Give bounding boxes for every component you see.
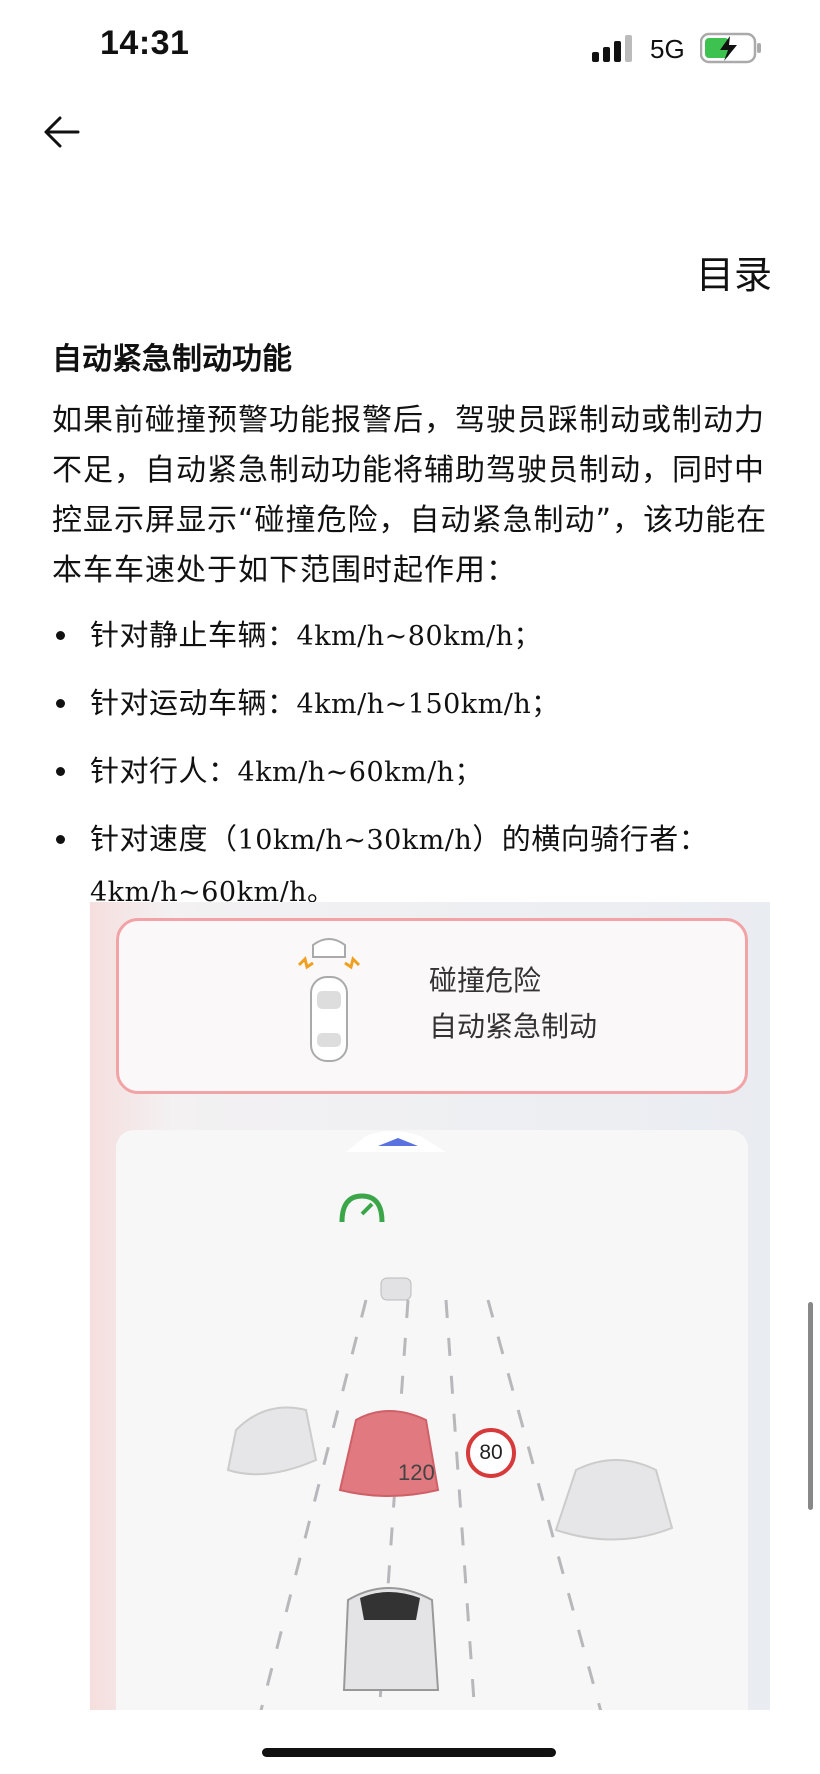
driving-hud: 120 80 5m	[116, 1130, 748, 1710]
aeb-illustration: 碰撞危险 自动紧急制动 120 80 5m	[90, 902, 770, 1710]
article-content: 自动紧急制动功能 如果前碰撞预警功能报警后，驾驶员踩制动或制动力不足，自动紧急制…	[52, 338, 772, 934]
section-title: 自动紧急制动功能	[52, 342, 292, 377]
home-indicator[interactable]	[262, 1748, 556, 1757]
cellular-signal-icon	[592, 35, 632, 62]
back-arrow-icon[interactable]	[38, 108, 86, 156]
network-type: 5G	[650, 34, 685, 64]
bullet-label: 针对运动车辆：	[90, 686, 297, 720]
bullet-value-mid: 10km/h~30km/h	[237, 825, 473, 856]
collision-alert-card: 碰撞危险 自动紧急制动	[116, 918, 748, 1094]
list-item: 针对行人：4km/h~60km/h；	[52, 746, 772, 798]
speed-range-list: 针对静止车辆：4km/h~80km/h； 针对运动车辆：4km/h~150km/…	[52, 610, 772, 918]
road-scene	[226, 1131, 674, 1710]
bullet-label: 针对行人：	[90, 754, 238, 788]
alert-text-line1: 碰撞危险	[429, 964, 542, 997]
bullet-value: 4km/h~60km/h；	[237, 757, 483, 788]
bullet-label: 针对静止车辆：	[90, 618, 297, 652]
scrollbar[interactable]	[808, 1302, 813, 1510]
battery-charging-icon	[700, 32, 761, 64]
status-time: 14:31	[100, 24, 190, 62]
list-item: 针对运动车辆：4km/h~150km/h；	[52, 678, 772, 730]
list-item: 针对静止车辆：4km/h~80km/h；	[52, 610, 772, 662]
collision-car-icon	[297, 938, 361, 1062]
bullet-value: 4km/h~80km/h；	[296, 621, 542, 652]
article-paragraph: 如果前碰撞预警功能报警后，驾驶员踩制动或制动力不足，自动紧急制动功能将辅助驾驶员…	[52, 403, 768, 588]
bullet-value: 4km/h~150km/h；	[296, 689, 559, 720]
alert-text-line2: 自动紧急制动	[429, 1010, 598, 1043]
speed-limit-sign: 80	[466, 1428, 516, 1478]
bullet-label: 针对速度（	[90, 822, 238, 856]
status-bar: 14:31 5G	[0, 0, 820, 100]
toc-button[interactable]: 目录	[696, 244, 772, 299]
cruise-control-icon	[339, 1193, 385, 1223]
bullet-label-2: ）的横向骑行者：	[472, 822, 709, 856]
set-speed-value: 120	[398, 1460, 435, 1485]
